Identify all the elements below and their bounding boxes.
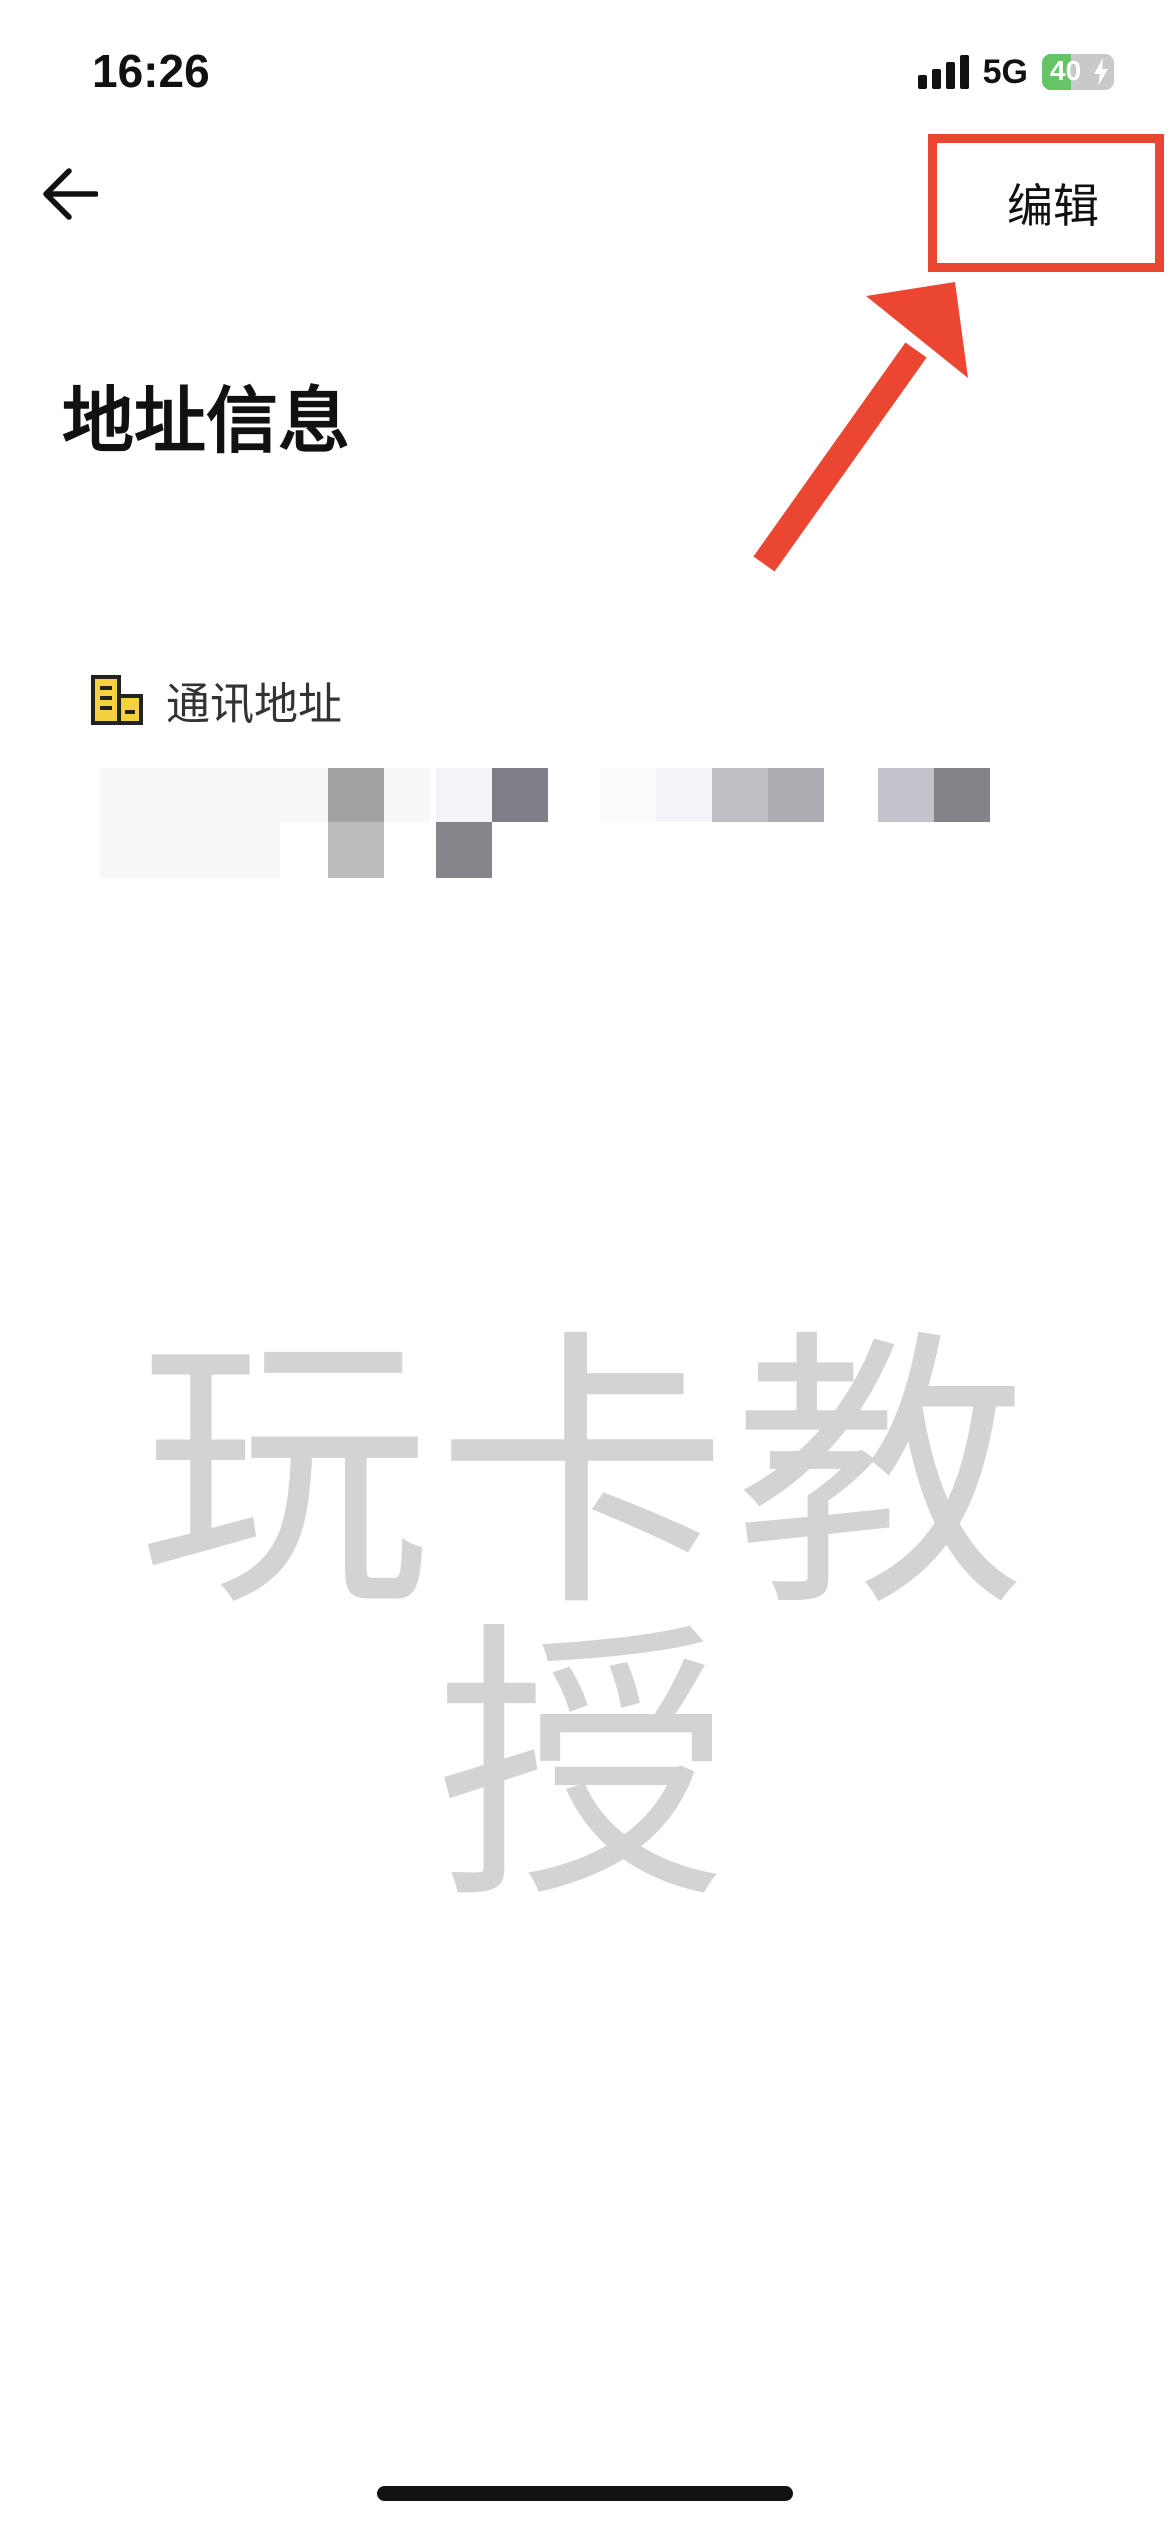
section-label: 通讯地址 <box>166 679 342 730</box>
battery-percent: 40 <box>1050 55 1082 86</box>
page-title: 地址信息 <box>62 379 351 463</box>
annotation-arrow-icon <box>753 282 968 572</box>
charging-bolt-icon <box>1094 58 1108 86</box>
watermark-text: 玩卡教授 <box>138 1306 1032 1938</box>
back-button[interactable] <box>36 160 104 228</box>
battery-icon: 40 <box>1042 54 1114 90</box>
building-icon <box>91 675 143 725</box>
edit-button[interactable]: 编辑 <box>928 134 1164 272</box>
network-label: 5G <box>982 52 1028 91</box>
address-section-header: 通讯地址 <box>90 668 342 732</box>
arrow-left-icon <box>43 168 98 220</box>
status-time: 16:26 <box>92 45 210 97</box>
screen: 16:26 5G 40 编辑 地址信息 通讯地址 玩卡教授 <box>0 0 1170 2532</box>
status-indicators: 5G 40 <box>917 52 1114 92</box>
signal-icon <box>917 55 969 89</box>
home-indicator[interactable] <box>377 2486 793 2501</box>
redacted-address <box>100 768 1000 880</box>
